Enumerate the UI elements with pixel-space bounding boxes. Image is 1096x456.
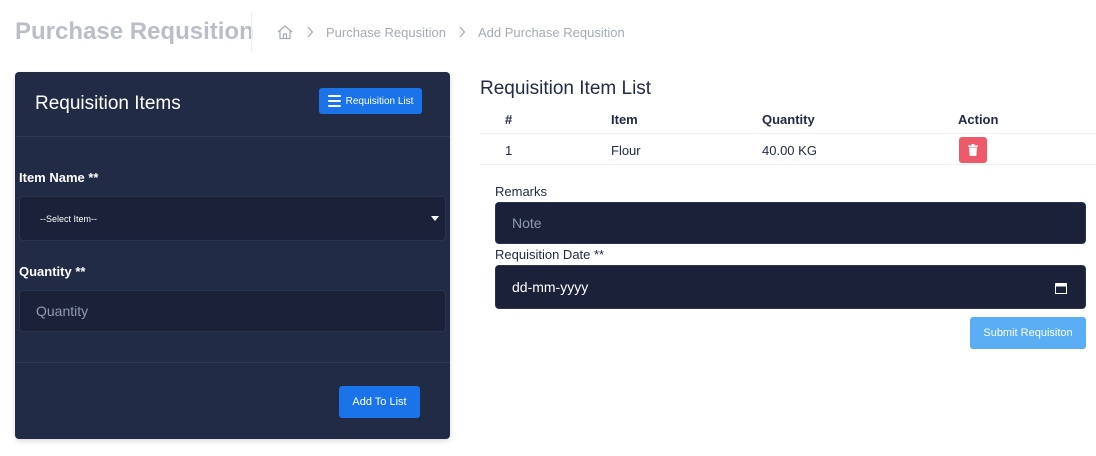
requisition-items-card: Requisition Items Requisition List Item … xyxy=(15,72,450,439)
column-header-no: # xyxy=(505,112,513,127)
list-icon xyxy=(327,94,341,108)
column-header-action: Action xyxy=(958,112,999,127)
item-name-label: Item Name ** xyxy=(19,170,99,185)
item-list-title: Requisition Item List xyxy=(480,78,652,99)
chevron-right-icon xyxy=(306,26,314,38)
title-divider xyxy=(251,12,252,52)
column-header-quantity: Quantity xyxy=(762,112,815,127)
requisition-date-label: Requisition Date ** xyxy=(495,247,605,262)
breadcrumb: Purchase Requsition Add Purchase Requsit… xyxy=(276,24,625,40)
calendar-icon[interactable] xyxy=(1055,281,1067,297)
dropdown-caret-icon xyxy=(431,216,439,221)
item-select-value: --Select Item-- xyxy=(40,213,98,224)
row-number: 1 xyxy=(505,143,513,158)
quantity-label: Quantity ** xyxy=(19,264,86,279)
remarks-label: Remarks xyxy=(495,184,548,199)
page-title: Purchase Requsition xyxy=(15,18,254,45)
table-row: 1 Flour 40.00 KG xyxy=(480,134,1096,165)
breadcrumb-item-add: Add Purchase Requsition xyxy=(477,24,625,40)
requisition-date-input[interactable]: dd-mm-yyyy xyxy=(495,265,1086,309)
card-title: Requisition Items xyxy=(35,93,181,114)
table-header: # Item Quantity Action xyxy=(480,108,1096,134)
remarks-input[interactable]: Note xyxy=(495,202,1086,244)
card-divider xyxy=(15,362,450,363)
column-header-item: Item xyxy=(611,112,638,127)
home-icon[interactable] xyxy=(276,24,294,40)
requisition-list-label: Requisition List xyxy=(345,95,414,107)
card-divider xyxy=(15,136,450,137)
delete-row-button[interactable] xyxy=(959,137,987,163)
date-value: dd-mm-yyyy xyxy=(512,279,589,295)
row-quantity: 40.00 KG xyxy=(762,143,817,158)
quantity-input[interactable]: Quantity xyxy=(19,290,446,332)
trash-icon xyxy=(968,144,978,156)
row-item: Flour xyxy=(611,143,641,158)
submit-requisition-button[interactable]: Submit Requisiton xyxy=(970,317,1086,349)
item-select[interactable]: --Select Item-- xyxy=(19,196,446,241)
requisition-list-button[interactable]: Requisition List xyxy=(319,88,422,114)
chevron-right-icon xyxy=(458,26,466,38)
item-table: # Item Quantity Action 1 Flour 40.00 KG xyxy=(480,108,1096,165)
add-to-list-button[interactable]: Add To List xyxy=(339,386,420,418)
breadcrumb-item-requisition[interactable]: Purchase Requsition xyxy=(326,25,446,40)
